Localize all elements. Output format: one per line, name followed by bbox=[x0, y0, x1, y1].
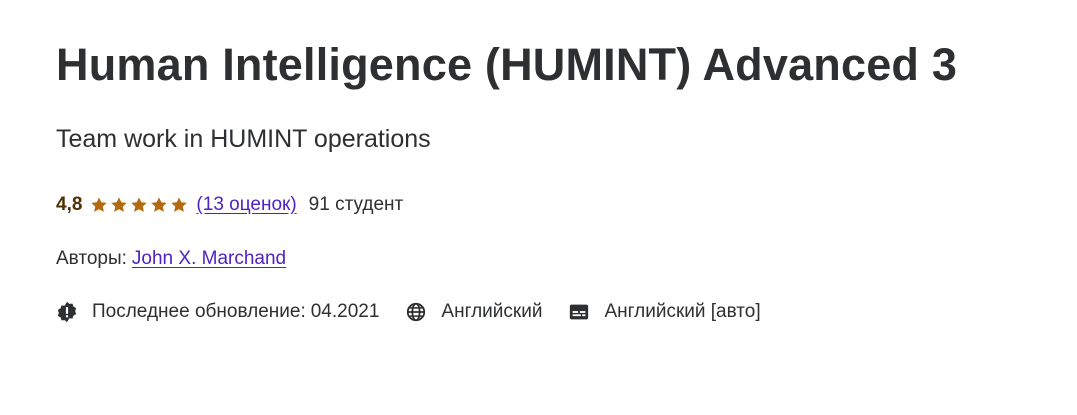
rating-stars bbox=[90, 196, 188, 214]
course-title: Human Intelligence (HUMINT) Advanced 3 bbox=[56, 39, 958, 90]
star-icon bbox=[111, 197, 128, 212]
course-captions: Английский [авто] bbox=[568, 300, 761, 324]
star-icon bbox=[171, 197, 188, 212]
course-meta-row: Последнее обновление: 04.2021 Английский… bbox=[56, 300, 1057, 324]
last-updated: Последнее обновление: 04.2021 bbox=[56, 300, 379, 324]
captions-label: Английский [авто] bbox=[604, 301, 761, 322]
authors-label: Авторы: bbox=[56, 248, 127, 269]
course-subtitle: Team work in HUMINT operations bbox=[56, 125, 431, 153]
rating-row: 4,8 (13 оценок) 91 студент bbox=[56, 193, 1057, 217]
rating-value: 4,8 bbox=[56, 194, 83, 215]
students-count: 91 студент bbox=[308, 194, 404, 215]
course-language: Английский bbox=[405, 300, 542, 324]
star-icon bbox=[151, 197, 168, 212]
closed-captions-icon bbox=[570, 304, 589, 320]
star-icon bbox=[131, 197, 148, 212]
rating-count-link[interactable]: (13 оценок) bbox=[196, 193, 296, 217]
globe-icon bbox=[407, 302, 426, 322]
authors-row: Авторы: John X. Marchand bbox=[56, 247, 1057, 271]
last-updated-date: 04.2021 bbox=[310, 301, 380, 322]
language-label: Английский bbox=[441, 301, 543, 322]
last-updated-label: Последнее обновление: bbox=[92, 301, 306, 322]
author-link[interactable]: John X. Marchand bbox=[132, 247, 286, 271]
course-header: Human Intelligence (HUMINT) Advanced 3 T… bbox=[56, 36, 1057, 324]
alert-badge-icon bbox=[57, 301, 77, 323]
star-icon bbox=[91, 197, 108, 212]
